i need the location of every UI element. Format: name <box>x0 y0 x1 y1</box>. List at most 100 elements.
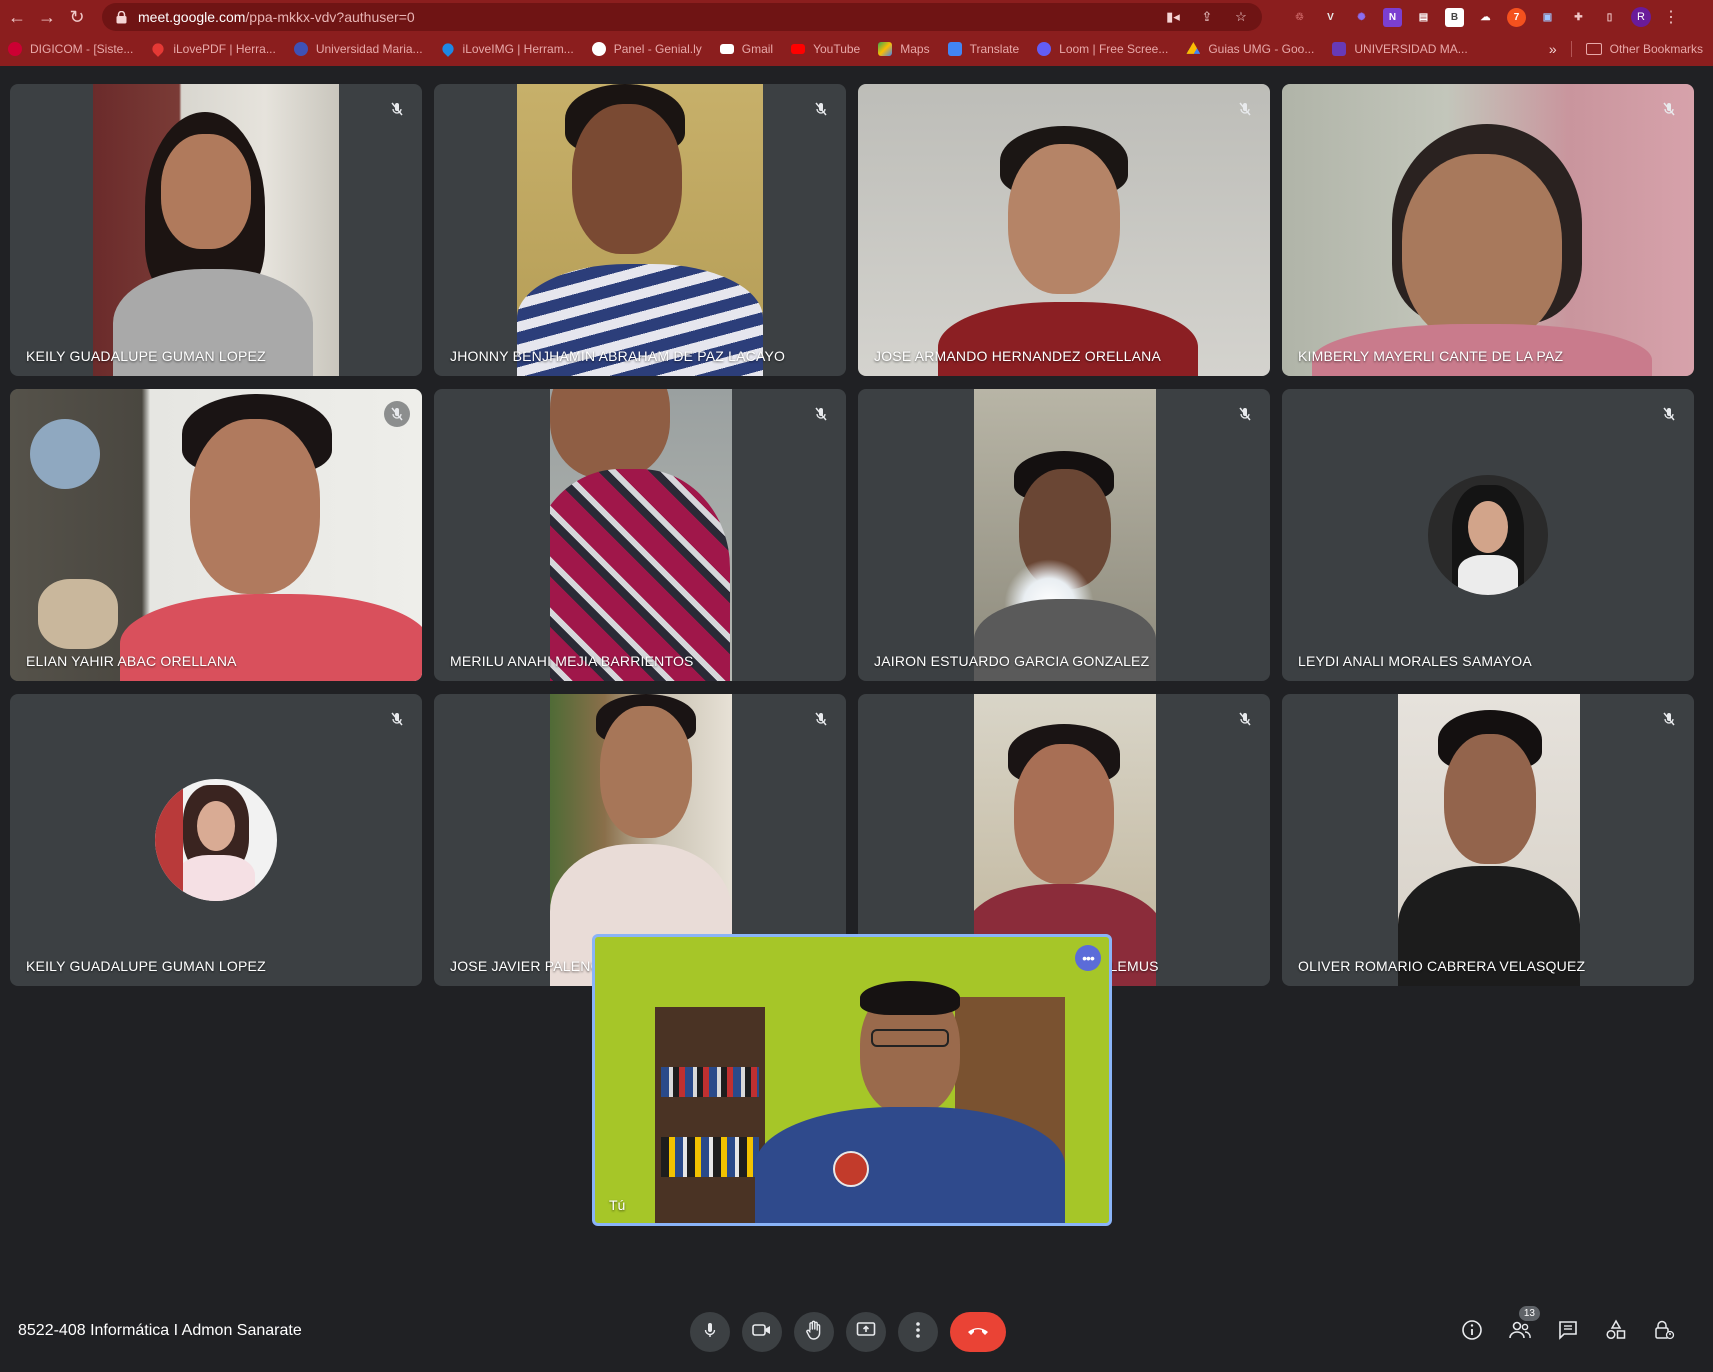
extension-screenshot-icon[interactable]: ▣ <box>1538 8 1557 27</box>
self-label: Tú <box>609 1197 626 1213</box>
bookmark-item[interactable]: Panel - Genial.ly <box>591 42 702 56</box>
url-path: /ppa-mkkx-vdv?authuser=0 <box>245 9 415 25</box>
meeting-side-controls: 13 <box>1460 1306 1676 1346</box>
mic-off-icon <box>384 401 410 427</box>
participant-video <box>858 84 1270 376</box>
genially-icon <box>591 42 606 56</box>
mic-off-icon <box>1656 401 1682 427</box>
microphone-button[interactable] <box>690 1312 730 1352</box>
address-bar[interactable]: meet.google.com/ppa-mkkx-vdv?authuser=0 … <box>102 3 1262 31</box>
mic-off-icon <box>384 706 410 732</box>
self-view-tile[interactable]: ••• Tú <box>592 934 1112 1226</box>
shapes-icon <box>1605 1318 1627 1346</box>
raise-hand-button[interactable] <box>794 1312 834 1352</box>
browser-toolbar: ← → ↻ meet.google.com/ppa-mkkx-vdv?authu… <box>0 0 1713 34</box>
other-bookmarks[interactable]: Other Bookmarks <box>1585 42 1703 56</box>
bookmark-item[interactable]: DIGICOM - [Siste... <box>8 42 133 56</box>
bookmarks-bar: DIGICOM - [Siste... iLovePDF | Herra... … <box>0 36 1713 62</box>
participant-avatar <box>155 779 277 901</box>
participant-tile[interactable]: KIMBERLY MAYERLI CANTE DE LA PAZ <box>1282 84 1694 376</box>
bookmark-item[interactable]: Loom | Free Scree... <box>1037 42 1168 56</box>
participant-video <box>1282 84 1694 376</box>
extension-loom-icon[interactable]: ✺ <box>1352 8 1371 27</box>
participant-tile[interactable]: MERILU ANAHI MEJIA BARRIENTOS <box>434 389 846 681</box>
browser-chrome: ← → ↻ meet.google.com/ppa-mkkx-vdv?authu… <box>0 0 1713 66</box>
side-panel-icon[interactable]: ▯ <box>1600 8 1619 27</box>
mic-off-icon <box>1232 706 1258 732</box>
mic-off-icon <box>1656 96 1682 122</box>
activities-button[interactable] <box>1604 1318 1628 1346</box>
bookmark-item[interactable]: iLoveIMG | Herram... <box>439 41 574 57</box>
glasses <box>871 1029 949 1047</box>
extensions-area: ♲ V ✺ N ▤ B ☁ 7 ▣ ✚ ▯ R ⋮ <box>1290 7 1679 27</box>
leave-call-button[interactable] <box>950 1312 1006 1352</box>
extensions-puzzle-icon[interactable]: ✚ <box>1569 8 1588 27</box>
present-screen-button[interactable] <box>846 1312 886 1352</box>
participant-tile[interactable]: LEYDI ANALI MORALES SAMAYOA <box>1282 389 1694 681</box>
university-icon <box>293 42 308 56</box>
bookmark-item[interactable]: Translate <box>947 42 1019 56</box>
browser-menu-icon[interactable]: ⋮ <box>1663 7 1679 27</box>
bookmarks-overflow-icon[interactable]: » <box>1549 41 1557 57</box>
camera-button[interactable] <box>742 1312 782 1352</box>
mic-off-icon <box>1232 401 1258 427</box>
more-vert-icon <box>915 1321 921 1344</box>
participant-tile[interactable]: JHONNY BENJHAMIN ABRAHAM DE PAZ LACAYO <box>434 84 846 376</box>
bookmark-star-icon[interactable]: ☆ <box>1232 8 1250 26</box>
chat-button[interactable] <box>1556 1320 1580 1344</box>
participant-tile[interactable]: JOSE ARMANDO HERNANDEZ ORELLANA <box>858 84 1270 376</box>
translate-icon <box>947 42 962 56</box>
participant-video <box>550 389 732 681</box>
more-options-icon[interactable]: ••• <box>1075 945 1101 971</box>
participant-name: KEILY GUADALUPE GUMAN LOPEZ <box>26 348 266 364</box>
bookmark-item[interactable]: UNIVERSIDAD MA... <box>1332 42 1468 56</box>
host-controls-button[interactable] <box>1652 1320 1676 1344</box>
youtube-icon <box>791 44 806 54</box>
gmail-icon <box>719 44 734 54</box>
present-icon <box>856 1321 876 1344</box>
people-button[interactable]: 13 <box>1508 1306 1540 1344</box>
reload-icon[interactable]: ↻ <box>62 2 92 32</box>
participant-name: KEILY GUADALUPE GUMAN LOPEZ <box>26 958 266 974</box>
participant-tile[interactable]: KEILY GUADALUPE GUMAN LOPEZ <box>10 694 422 986</box>
mic-off-icon <box>808 96 834 122</box>
more-options-button[interactable] <box>898 1312 938 1352</box>
participant-tile[interactable]: JAIRON ESTUARDO GARCIA GONZALEZ <box>858 389 1270 681</box>
participant-avatar <box>1428 475 1548 595</box>
lock-person-icon <box>1653 1319 1675 1346</box>
loom-icon <box>1037 42 1052 56</box>
bookmark-item[interactable]: Gmail <box>719 42 773 56</box>
share-icon[interactable]: ⇪ <box>1198 8 1216 26</box>
participant-tile[interactable]: ELIAN YAHIR ABAC ORELLANA <box>10 389 422 681</box>
heart-blue-icon <box>439 41 456 57</box>
camera-in-use-icon[interactable]: ▮◂ <box>1164 8 1182 26</box>
mic-off-icon <box>1232 96 1258 122</box>
mic-off-icon <box>808 401 834 427</box>
profile-avatar[interactable]: R <box>1631 7 1651 27</box>
bookmark-item[interactable]: Universidad Maria... <box>293 42 423 56</box>
maps-icon <box>878 42 893 56</box>
extension-recycle-icon[interactable]: ♲ <box>1290 8 1309 27</box>
bookshelf <box>655 1007 765 1223</box>
participant-tile[interactable]: OLIVER ROMARIO CABRERA VELASQUEZ <box>1282 694 1694 986</box>
bookmark-item[interactable]: Maps <box>878 42 930 56</box>
bookmark-icon <box>8 42 22 56</box>
folder-icon <box>1585 43 1602 55</box>
extension-clipboard-icon[interactable]: ▤ <box>1414 8 1433 27</box>
heart-icon <box>150 41 167 57</box>
extension-v-icon[interactable]: V <box>1321 8 1340 27</box>
participant-tile[interactable]: KEILY GUADALUPE GUMAN LOPEZ <box>10 84 422 376</box>
back-icon[interactable]: ← <box>2 2 32 32</box>
url-host: meet.google.com <box>138 9 246 25</box>
extension-orange-icon[interactable]: 7 <box>1507 7 1526 27</box>
bookmark-item[interactable]: iLovePDF | Herra... <box>150 41 276 57</box>
participant-video <box>974 389 1156 681</box>
bookmark-item[interactable]: YouTube <box>791 42 860 56</box>
bookmark-item[interactable]: Guias UMG - Goo... <box>1186 42 1314 56</box>
forward-icon[interactable]: → <box>32 2 62 32</box>
meeting-details-button[interactable] <box>1460 1319 1484 1344</box>
extension-onenote-icon[interactable]: N <box>1383 7 1402 27</box>
extension-b-icon[interactable]: B <box>1445 7 1464 27</box>
participant-video <box>1398 694 1580 986</box>
extension-cloud-icon[interactable]: ☁ <box>1476 8 1495 27</box>
